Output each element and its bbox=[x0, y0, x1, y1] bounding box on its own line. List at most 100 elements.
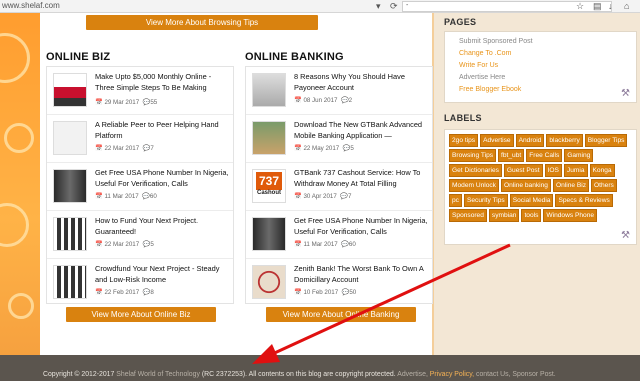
label-tag[interactable]: Specs & Reviews bbox=[555, 194, 613, 207]
dropdown-icon[interactable]: ▾ bbox=[376, 1, 381, 12]
pages-title: PAGES bbox=[444, 17, 477, 27]
list-item[interactable]: Get Free USA Phone Number In Nigeria, Us… bbox=[246, 211, 432, 259]
view-more-online-banking-button[interactable]: View More About Online Banking bbox=[266, 307, 416, 322]
label-tag[interactable]: Modem Unlock bbox=[449, 179, 499, 192]
post-thumbnail[interactable] bbox=[252, 121, 286, 155]
online-banking-title: ONLINE BANKING bbox=[245, 51, 344, 63]
label-tag[interactable]: Guest Post bbox=[503, 164, 543, 177]
post-title[interactable]: How to Fund Your Next Project. Guarantee… bbox=[95, 216, 231, 237]
list-item[interactable]: 8 Reasons Why You Should Have Payoneer A… bbox=[246, 67, 432, 115]
post-meta: 📅 10 Feb 2017 💬50 bbox=[294, 289, 357, 296]
label-tag[interactable]: blackberry bbox=[546, 134, 583, 147]
post-meta: 📅 29 Mar 2017 💬55 bbox=[95, 99, 158, 106]
label-tag[interactable]: Social Media bbox=[509, 194, 554, 207]
label-tag[interactable]: Others bbox=[591, 179, 617, 192]
label-tag[interactable]: Gaming bbox=[564, 149, 594, 162]
label-tag[interactable]: Free Calls bbox=[526, 149, 563, 162]
footer-advertise-link[interactable]: Advertise, bbox=[397, 371, 428, 378]
post-title[interactable]: Get Free USA Phone Number In Nigeria, Us… bbox=[95, 168, 231, 189]
download-icon[interactable]: ↓ bbox=[608, 1, 613, 11]
post-thumbnail[interactable] bbox=[252, 265, 286, 299]
footer-sponsor-link[interactable]: Sponsor Post. bbox=[512, 371, 555, 378]
label-tag[interactable]: 2go tips bbox=[449, 134, 479, 147]
label-tag[interactable]: Sponsored bbox=[449, 209, 487, 222]
page-link-submit-sponsored-post[interactable]: Submit Sponsored Post bbox=[459, 38, 533, 45]
post-meta: 📅 22 May 2017 💬5 bbox=[294, 145, 354, 152]
address-bar[interactable]: www.shelaf.com bbox=[2, 1, 60, 10]
page-link-write-for-us[interactable]: Write For Us bbox=[459, 62, 498, 69]
list-item[interactable]: Get Free USA Phone Number In Nigeria, Us… bbox=[47, 163, 233, 211]
labels-title: LABELS bbox=[444, 113, 482, 123]
post-meta: 📅 22 Mar 2017 💬5 bbox=[95, 241, 154, 248]
post-title[interactable]: Crowdfund Your Next Project - Steady and… bbox=[95, 264, 231, 285]
label-tag[interactable]: Get Dictionaries bbox=[449, 164, 502, 177]
page-link-change-to-com[interactable]: Change To .Com bbox=[459, 50, 511, 57]
post-thumbnail[interactable] bbox=[252, 217, 286, 251]
list-item[interactable]: Crowdfund Your Next Project - Steady and… bbox=[47, 259, 233, 307]
gtbank-737-thumbnail[interactable]: 737 Cashout bbox=[252, 169, 286, 203]
label-tag[interactable]: fbt_ubt bbox=[498, 149, 525, 162]
page-link-free-blogger-ebook[interactable]: Free Blogger Ebook bbox=[459, 86, 521, 93]
home-icon[interactable]: ⌂ bbox=[624, 1, 629, 11]
label-tag[interactable]: Browsing Tips bbox=[449, 149, 497, 162]
list-item[interactable]: Zenith Bank! The Worst Bank To Own A Dom… bbox=[246, 259, 432, 307]
labels-widget: 2go tips Advertise Android blackberry Blogge… bbox=[444, 129, 637, 245]
footer-site-name[interactable]: Shelaf World of Technology bbox=[116, 371, 200, 378]
view-more-browsing-tips-button[interactable]: View More About Browsing Tips bbox=[86, 15, 318, 30]
pages-widget: Submit Sponsored Post Change To .Com Wri… bbox=[444, 31, 637, 103]
label-tag[interactable]: Windows Phone bbox=[543, 209, 598, 222]
post-title[interactable]: Make Upto $5,000 Monthly Online - Three … bbox=[95, 72, 231, 93]
footer-privacy-link[interactable]: Privacy Policy, bbox=[430, 371, 474, 378]
post-title[interactable]: A Reliable Peer to Peer Helping Hand Pla… bbox=[95, 120, 231, 141]
thumb-737-number: 737 bbox=[256, 172, 282, 190]
label-tag[interactable]: tools bbox=[521, 209, 542, 222]
post-meta: 📅 30 Apr 2017 💬7 bbox=[294, 193, 352, 200]
list-item[interactable]: How to Fund Your Next Project. Guarantee… bbox=[47, 211, 233, 259]
label-tag[interactable]: Konga bbox=[589, 164, 615, 177]
post-thumbnail[interactable] bbox=[53, 169, 87, 203]
list-item[interactable]: Download The New GTBank Advanced Mobile … bbox=[246, 115, 432, 163]
post-title[interactable]: Get Free USA Phone Number In Nigeria, Us… bbox=[294, 216, 430, 237]
post-title[interactable]: Zenith Bank! The Worst Bank To Own A Dom… bbox=[294, 264, 430, 285]
label-tag[interactable]: Advertise bbox=[480, 134, 514, 147]
post-meta: 📅 22 Feb 2017 💬8 bbox=[95, 289, 154, 296]
post-thumbnail[interactable] bbox=[53, 73, 87, 107]
label-tag[interactable]: Jumia bbox=[563, 164, 588, 177]
footer: Copyright © 2012-2017 Shelaf World of Te… bbox=[0, 355, 640, 381]
thumb-737-caption: Cashout bbox=[257, 190, 281, 196]
online-biz-list: Make Upto $5,000 Monthly Online - Three … bbox=[46, 66, 234, 304]
edit-widget-icon[interactable]: ⚒ bbox=[621, 230, 630, 241]
list-item[interactable]: Make Upto $5,000 Monthly Online - Three … bbox=[47, 67, 233, 115]
edit-widget-icon[interactable]: ⚒ bbox=[621, 88, 630, 99]
label-tag[interactable]: Android bbox=[515, 134, 545, 147]
label-tag[interactable]: Online banking bbox=[500, 179, 551, 192]
post-title[interactable]: 8 Reasons Why You Should Have Payoneer A… bbox=[294, 72, 430, 93]
label-tag[interactable]: Blogger Tips bbox=[584, 134, 628, 147]
post-thumbnail[interactable] bbox=[252, 73, 286, 107]
post-title[interactable]: Download The New GTBank Advanced Mobile … bbox=[294, 120, 430, 141]
label-tag[interactable]: pc bbox=[449, 194, 462, 207]
reload-icon[interactable]: ⟳ bbox=[390, 1, 398, 12]
view-more-online-biz-button[interactable]: View More About Online Biz bbox=[66, 307, 216, 322]
list-item[interactable]: A Reliable Peer to Peer Helping Hand Pla… bbox=[47, 115, 233, 163]
post-meta: 📅 11 Mar 2017 💬60 bbox=[95, 193, 157, 200]
label-tag[interactable]: Online Biz bbox=[552, 179, 590, 192]
label-tag[interactable]: symbian bbox=[488, 209, 520, 222]
clipboard-icon[interactable]: ▤ bbox=[593, 1, 602, 12]
post-title[interactable]: GTBank 737 Cashout Service: How To Withd… bbox=[294, 168, 430, 189]
bookmark-icon[interactable]: ☆ bbox=[576, 1, 584, 12]
post-thumbnail[interactable] bbox=[53, 265, 87, 299]
post-meta: 📅 11 Mar 2017 💬60 bbox=[294, 241, 356, 248]
post-thumbnail[interactable] bbox=[53, 217, 87, 251]
post-thumbnail[interactable] bbox=[53, 121, 87, 155]
footer-copyright: Copyright © 2012-2017 Shelaf World of Te… bbox=[43, 371, 556, 378]
browser-toolbar: www.shelaf.com ▾ ⟳ - ☆ ▤ ↓ ⌂ bbox=[0, 0, 640, 13]
label-tag[interactable]: Security Tips bbox=[463, 194, 508, 207]
sidebar: PAGES Submit Sponsored Post Change To .C… bbox=[434, 13, 640, 355]
post-meta: 📅 08 Jun 2017 💬2 bbox=[294, 97, 353, 104]
page-link-advertise-here[interactable]: Advertise Here bbox=[459, 74, 505, 81]
list-item[interactable]: 737 Cashout GTBank 737 Cashout Service: … bbox=[246, 163, 432, 211]
labels-cloud: 2go tips Advertise Android blackberry Blogge… bbox=[449, 134, 629, 222]
label-tag[interactable]: IOS bbox=[544, 164, 562, 177]
footer-contact-link[interactable]: contact Us, bbox=[476, 371, 510, 378]
